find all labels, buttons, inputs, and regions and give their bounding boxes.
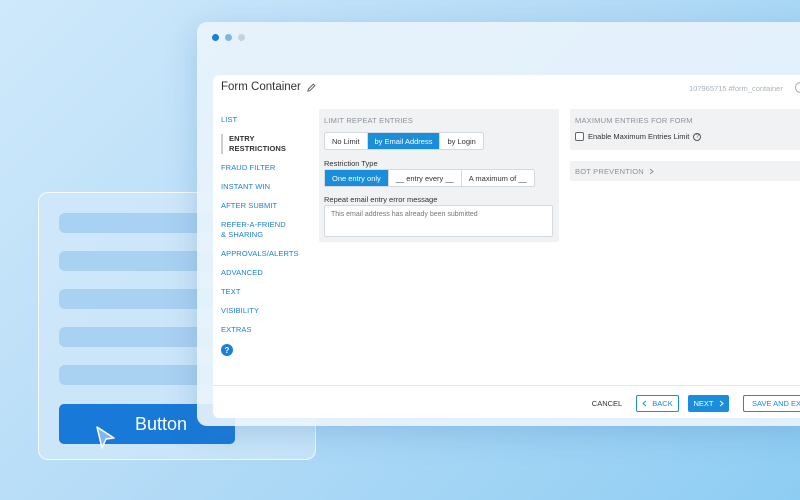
chevron-left-icon [642,400,647,407]
sidenav-item-fraud-filter[interactable]: FRAUD FILTER [221,163,315,173]
bot-prevention-header: BOT PREVENTION [575,167,654,176]
restriction-type-selector: One entry only __ entry every __ A maxim… [324,169,535,187]
element-id: 107965715 #form_container [689,84,783,93]
section-title: MAXIMUM ENTRIES FOR FORM [575,116,693,125]
info-icon[interactable]: i [795,82,800,93]
error-message-input[interactable] [324,205,553,237]
bot-prevention-section[interactable]: BOT PREVENTION [570,161,800,181]
sidenav-item-entry-restrictions[interactable]: ENTRY RESTRICTIONS [221,134,293,154]
section-title: LIMIT REPEAT ENTRIES [324,116,414,125]
panel-title: Form Container [221,81,301,93]
pointer-cursor-icon [96,426,115,449]
window-dot-icon[interactable] [238,34,245,41]
form-container-panel: Form Container 107965715 #form_container… [213,75,800,418]
sidenav-item-visibility[interactable]: VISIBILITY [221,306,315,316]
settings-sidenav: LIST ENTRY RESTRICTIONS FRAUD FILTER INS… [221,115,315,356]
sidenav-item-instant-win[interactable]: INSTANT WIN [221,182,315,192]
help-icon[interactable]: ? [221,344,233,356]
sidenav-item-refer-a-friend[interactable]: REFER-A-FRIEND & SHARING [221,220,293,240]
next-button-label: NEXT [693,399,714,408]
help-circle-icon[interactable]: ? [693,132,702,141]
maximum-entries-section: MAXIMUM ENTRIES FOR FORM Enable Maximum … [570,109,800,150]
window-dot-icon[interactable] [212,34,219,41]
section-title: BOT PREVENTION [575,167,644,176]
chevron-right-icon [719,400,724,407]
back-button-label: BACK [652,399,673,408]
app-window: Form Container 107965715 #form_container… [197,22,800,426]
enable-max-entries-checkbox[interactable] [575,132,584,141]
enable-max-entries-label: Enable Maximum Entries Limit [588,132,690,141]
sidenav-item-extras[interactable]: EXTRAS [221,325,315,335]
max-entries-row: Enable Maximum Entries Limit ? [575,132,702,141]
chevron-right-icon [649,168,654,175]
sidenav-item-advanced[interactable]: ADVANCED [221,268,315,278]
option-maximum-of[interactable]: A maximum of __ [462,170,534,186]
sidenav-item-after-submit[interactable]: AFTER SUBMIT [221,201,315,211]
sidenav-item-approvals-alerts[interactable]: APPROVALS/ALERTS [221,249,315,259]
footer-divider [213,385,800,386]
option-no-limit[interactable]: No Limit [325,133,368,149]
window-controls [212,34,245,41]
option-one-entry-only[interactable]: One entry only [325,170,389,186]
option-by-login[interactable]: by Login [440,133,482,149]
back-button[interactable]: BACK [636,395,679,412]
next-button[interactable]: NEXT [688,395,729,412]
window-dot-icon[interactable] [225,34,232,41]
option-by-email-address[interactable]: by Email Address [367,133,441,149]
error-message-label: Repeat email entry error message [324,195,438,204]
option-entry-every[interactable]: __ entry every __ [389,170,462,186]
limit-mode-selector: No Limit by Email Address by Login [324,132,484,150]
cancel-button[interactable]: CANCEL [587,395,627,412]
sidenav-item-list[interactable]: LIST [221,115,315,125]
save-and-exit-button[interactable]: SAVE AND EXIT [743,395,800,412]
limit-repeat-entries-section: LIMIT REPEAT ENTRIES No Limit by Email A… [319,109,559,242]
restriction-type-label: Restriction Type [324,159,378,168]
sidenav-item-text[interactable]: TEXT [221,287,315,297]
background-button-label: Button [134,413,188,434]
panel-header: Form Container [221,81,316,93]
pencil-icon[interactable] [307,83,316,92]
